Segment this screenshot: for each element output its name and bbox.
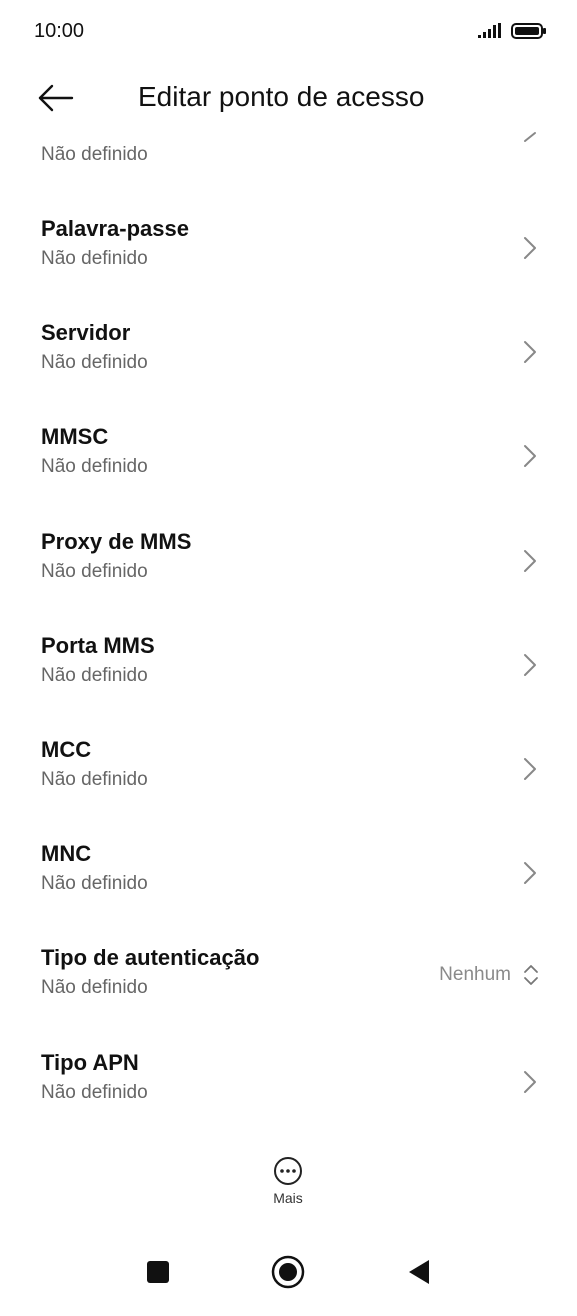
list-item-partial[interactable]: Não definido xyxy=(0,124,577,184)
row-title: Proxy de MMS xyxy=(41,529,192,554)
auth-type-value[interactable]: Nenhum xyxy=(439,963,539,987)
more-label: Mais xyxy=(273,1190,303,1206)
row-title: Servidor xyxy=(41,320,131,345)
row-subtitle: Não definido xyxy=(41,1082,148,1103)
list-item-mnc[interactable]: MNC Não definido xyxy=(0,841,577,945)
chevron-right-icon xyxy=(524,445,536,467)
nav-back-button[interactable] xyxy=(398,1252,438,1292)
signal-icon xyxy=(478,23,501,38)
list-item-servidor[interactable]: Servidor Não definido xyxy=(0,320,577,424)
page-title: Editar ponto de acesso xyxy=(138,81,425,112)
battery-icon xyxy=(511,23,546,39)
row-title: Tipo de autenticação xyxy=(41,945,260,970)
row-subtitle: Não definido xyxy=(41,769,148,790)
list-item-porta-mms[interactable]: Porta MMS Não definido xyxy=(0,633,577,737)
chevron-right-icon xyxy=(524,758,536,780)
more-button[interactable]: Mais xyxy=(258,1156,318,1216)
list-item-mmsc[interactable]: MMSC Não definido xyxy=(0,424,577,528)
row-title: MCC xyxy=(41,737,92,762)
row-subtitle: Não definido xyxy=(41,561,148,582)
status-bar: 10:00 xyxy=(0,0,577,64)
list-item-palavra-passe[interactable]: Palavra-passe Não definido xyxy=(0,216,577,320)
row-title: Porta MMS xyxy=(41,633,155,658)
status-time: 10:00 xyxy=(34,20,85,42)
row-title: Tipo APN xyxy=(41,1050,139,1075)
auth-type-selected: Nenhum xyxy=(439,964,511,985)
square-icon xyxy=(147,1261,169,1283)
updown-arrows-icon xyxy=(524,965,538,985)
list-item-proxy-mms[interactable]: Proxy de MMS Não definido xyxy=(0,529,577,633)
row-subtitle: Não definido xyxy=(41,248,148,269)
row-title: Palavra-passe xyxy=(41,216,189,241)
home-circle-icon xyxy=(271,1255,305,1289)
list-item-mcc[interactable]: MCC Não definido xyxy=(0,737,577,841)
chevron-right-icon xyxy=(524,1071,536,1093)
row-subtitle: Não definido xyxy=(41,665,148,686)
row-subtitle: Não definido xyxy=(41,456,148,477)
home-button[interactable] xyxy=(268,1252,308,1292)
row-title: MMSC xyxy=(41,424,109,449)
more-dots-icon xyxy=(274,1157,302,1185)
back-arrow-icon xyxy=(38,84,74,112)
row-subtitle: Não definido xyxy=(41,873,148,894)
chevron-right-icon xyxy=(524,341,536,363)
chevron-right-icon xyxy=(524,862,536,884)
list-item-tipo-autenticacao[interactable]: Tipo de autenticação Não definido Nenhum xyxy=(0,945,577,1049)
recents-button[interactable] xyxy=(138,1252,178,1292)
row-subtitle: Não definido xyxy=(41,352,148,373)
chevron-right-icon xyxy=(524,132,536,142)
navigation-bar xyxy=(0,1236,577,1316)
row-subtitle: Não definido xyxy=(41,144,148,165)
list-item-tipo-apn[interactable]: Tipo APN Não definido xyxy=(0,1050,577,1154)
row-title: MNC xyxy=(41,841,92,866)
chevron-right-icon xyxy=(524,237,536,259)
triangle-back-icon xyxy=(409,1260,429,1284)
status-icons xyxy=(477,22,547,40)
back-button[interactable] xyxy=(36,80,80,116)
chevron-right-icon xyxy=(524,550,536,572)
chevron-right-icon xyxy=(524,654,536,676)
row-subtitle: Não definido xyxy=(41,977,148,998)
